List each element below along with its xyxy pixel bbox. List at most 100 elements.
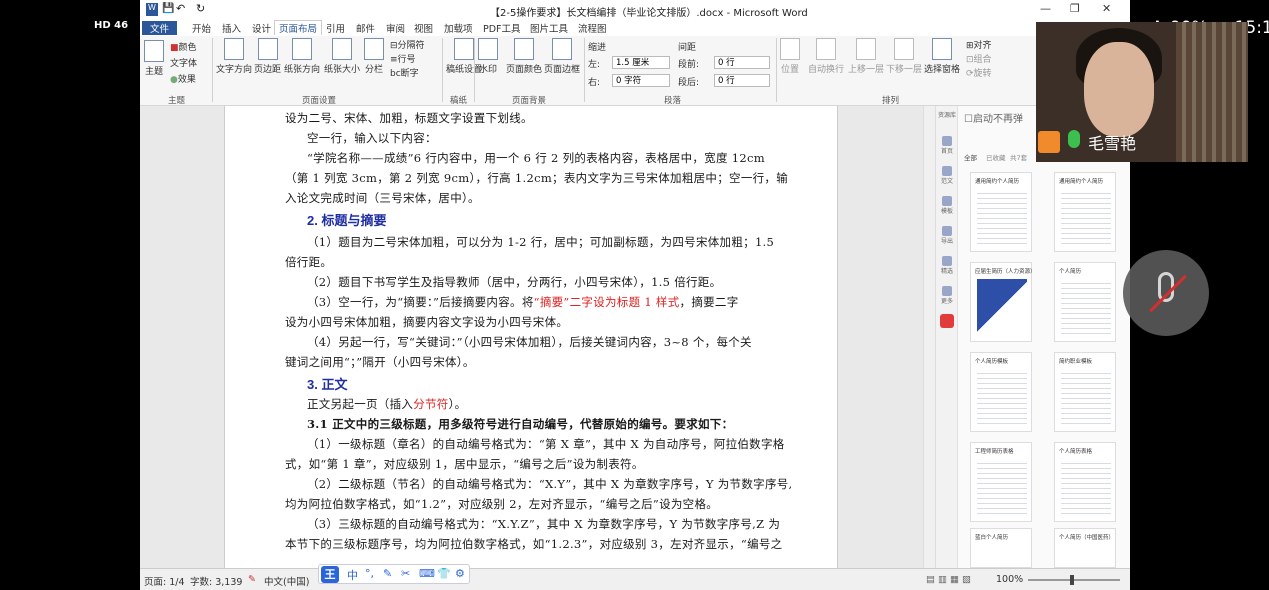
template-thumbnail[interactable]: 个人简历 (1054, 262, 1116, 342)
rotate-icon: ⟳ (966, 69, 974, 79)
tab-file[interactable]: 文件 (142, 21, 178, 35)
space-before-input[interactable]: 0 行 (714, 56, 770, 69)
zoom-slider[interactable] (1028, 579, 1120, 581)
maximize-button[interactable]: ❐ (1070, 2, 1080, 15)
zoom-level[interactable]: 100% (996, 574, 1023, 585)
template-thumbnail[interactable]: 个人简历（中国医药） (1054, 528, 1116, 568)
margins-button[interactable]: 页边距 (254, 38, 281, 75)
divider (212, 38, 213, 102)
ime-mode-toggle[interactable]: 中 (347, 567, 358, 583)
ime-settings-icon[interactable]: ⚙ (455, 567, 465, 580)
undo-icon[interactable]: ↶ (176, 2, 185, 15)
template-thumbnail[interactable]: 工程师简历表格 (970, 442, 1032, 522)
side-export-button[interactable]: 导出 (938, 226, 956, 245)
margins-icon (257, 38, 278, 60)
columns-button[interactable]: 分栏 (364, 38, 384, 75)
doc-line: 设为二号、宋体、加粗，标题文字设置下划线。 (285, 111, 533, 125)
tab-pdf[interactable]: PDF工具 (483, 21, 521, 35)
page-color-button[interactable]: 页面颜色 (506, 38, 542, 75)
draft-settings-button[interactable]: 稿纸设置 (446, 38, 482, 75)
selection-pane-button[interactable]: 选择窗格 (924, 38, 960, 75)
view-mode-icons[interactable]: ▤ ▥ ▦ ▧ (926, 574, 971, 585)
side-featured-button[interactable]: 精选 (938, 256, 956, 275)
group-label-page-background: 页面背景 (512, 96, 547, 106)
status-bar: 页面: 1/4 字数: 3,139 ✎ 中文(中国) ▤ ▥ ▦ ▧ 100% (140, 568, 1130, 590)
side-home-button[interactable]: 首页 (938, 136, 956, 155)
size-button[interactable]: 纸张大小 (324, 38, 360, 75)
text-direction-button[interactable]: 文字方向 (216, 38, 252, 75)
template-thumbnail[interactable]: 应届生简历（人力资源） (970, 262, 1036, 342)
bring-forward-button[interactable]: 上移一层 (848, 38, 884, 75)
language-indicator[interactable]: 中文(中国) (264, 574, 309, 588)
no-popup-checkbox[interactable]: ☐启动不再弹 (964, 110, 1023, 125)
wrap-text-icon (816, 38, 836, 60)
tab-mailings[interactable]: 邮件 (356, 21, 375, 35)
template-thumbnail[interactable]: 个人简历模板 (970, 352, 1032, 432)
vertical-scrollbar[interactable] (923, 106, 935, 568)
group-button[interactable]: ⊡组合 (966, 52, 992, 65)
orientation-button[interactable]: 纸张方向 (284, 38, 320, 75)
watermark-button[interactable]: 水印 (478, 38, 498, 75)
send-backward-button[interactable]: 下移一层 (886, 38, 922, 75)
ime-handwrite-icon[interactable]: ✎ (383, 567, 392, 580)
effects-button[interactable]: ●效果 (170, 72, 196, 85)
align-button[interactable]: ⊞对齐 (966, 38, 992, 51)
tab-view[interactable]: 视图 (414, 21, 433, 35)
document-page[interactable]: 设为二号、宋体、加粗，标题文字设置下划线。 空一行，输入以下内容： “学院名称—… (224, 106, 838, 568)
space-after-input[interactable]: 0 行 (714, 74, 770, 87)
redo-icon[interactable]: ↻ (196, 2, 205, 15)
template-thumbnail[interactable]: 个人简历表格 (1054, 442, 1116, 522)
breaks-button[interactable]: ⊟分隔符 (390, 38, 425, 51)
template-thumbnail[interactable]: 通用简约个人简历 (970, 172, 1032, 252)
template-thumbnail[interactable]: 蓝白个人简历 (970, 528, 1032, 568)
group-label-theme: 主题 (168, 96, 186, 106)
line-numbers-button[interactable]: ≡行号 (390, 52, 416, 65)
tab-page-layout[interactable]: 页面布局 (274, 20, 323, 35)
theme-button[interactable]: 主题 (144, 40, 164, 77)
pane-tab-library[interactable]: 资源库 (938, 110, 956, 119)
tab-design[interactable]: 设计 (252, 21, 271, 35)
ime-punctuation-icon[interactable]: °, (365, 567, 374, 580)
colors-button[interactable]: ■颜色 (170, 40, 197, 53)
side-more-button[interactable]: 更多 (938, 286, 956, 305)
mute-mic-button[interactable] (1123, 250, 1209, 336)
doc-line: 入论文完成时间（三号宋体，居中）。 (285, 191, 480, 205)
proofing-icon[interactable]: ✎ (248, 574, 256, 585)
side-template-button[interactable]: 模板 (938, 196, 956, 215)
template-thumbnail[interactable]: 简约职业模板 (1054, 352, 1116, 432)
zoom-slider-thumb[interactable] (1070, 575, 1074, 585)
tab-review[interactable]: 审阅 (386, 21, 405, 35)
indent-right-input[interactable]: 0 字符 (612, 74, 670, 87)
save-icon[interactable]: 💾 (162, 3, 174, 14)
position-button[interactable]: 位置 (780, 38, 800, 75)
filter-all[interactable]: 全部 (964, 152, 977, 162)
page-count[interactable]: 页面: 1/4 (144, 574, 185, 588)
close-button[interactable]: ✕ (1102, 2, 1111, 15)
tab-picture-tools[interactable]: 图片工具 (530, 21, 568, 35)
tab-references[interactable]: 引用 (326, 21, 345, 35)
ime-screenshot-icon[interactable]: ✂ (401, 567, 410, 580)
page-borders-button[interactable]: 页面边框 (544, 38, 580, 75)
indent-left-input[interactable]: 1.5 厘米 (612, 56, 670, 69)
ime-skin-icon[interactable]: 👕 (437, 567, 451, 580)
hyphenation-button[interactable]: bc断字 (390, 66, 419, 79)
wrap-text-button[interactable]: 自动换行 (808, 38, 844, 75)
tab-addins[interactable]: 加载项 (444, 21, 473, 35)
side-sample-button[interactable]: 范文 (938, 166, 956, 185)
fonts-button[interactable]: 文字体 (170, 56, 197, 69)
minimize-button[interactable]: — (1040, 2, 1051, 15)
gift-icon[interactable] (940, 314, 954, 328)
rotate-button[interactable]: ⟳旋转 (966, 66, 992, 79)
selection-pane-icon (932, 38, 952, 60)
orientation-icon (292, 38, 312, 60)
ime-keyboard-icon[interactable]: ⌨ (419, 567, 435, 580)
ime-logo[interactable]: 王 (321, 566, 339, 583)
word-count[interactable]: 字数: 3,139 (190, 574, 242, 588)
doc-line: （1）一级标题（章名）的自动编号格式为：“第 X 章”，其中 X 为自动序号，阿… (307, 437, 785, 451)
tab-flowchart[interactable]: 流程图 (578, 21, 607, 35)
doc-line: 均为阿拉伯数字格式，如“1.2”，对应级别 2，左对齐显示，“编号之后”设为空格… (285, 497, 719, 511)
template-thumbnail[interactable]: 通用简约个人简历 (1054, 172, 1116, 252)
filter-favorited[interactable]: 已收藏 (986, 152, 1006, 162)
tab-home[interactable]: 开始 (192, 21, 211, 35)
tab-insert[interactable]: 插入 (222, 21, 241, 35)
